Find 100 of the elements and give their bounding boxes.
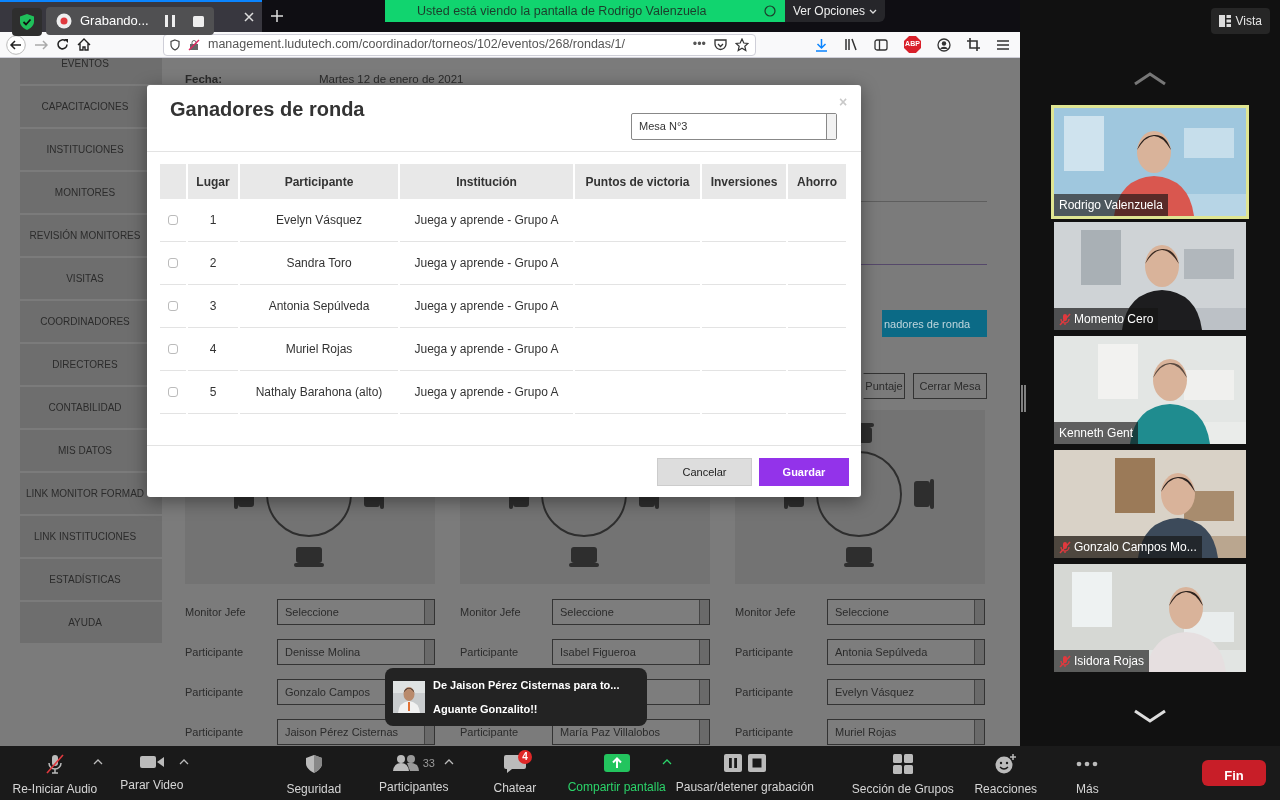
- select-field[interactable]: Jaison Pérez Cisternas: [277, 719, 435, 746]
- toolbar-button[interactable]: Sección de Grupos: [851, 754, 954, 798]
- caret-up-icon[interactable]: [93, 759, 104, 765]
- home-icon[interactable]: [77, 38, 91, 51]
- close-icon[interactable]: [244, 12, 254, 22]
- field-label: Participante: [185, 645, 245, 661]
- close-table-button[interactable]: Cerrar Mesa: [913, 373, 987, 400]
- sidebar-item[interactable]: EVENTOS: [20, 58, 162, 86]
- sidebar-item[interactable]: AYUDA: [20, 602, 162, 645]
- toolbar-button[interactable]: Reacciones: [974, 754, 1038, 798]
- download-icon[interactable]: [815, 37, 828, 52]
- table-cell: Juega y aprende - Grupo A: [400, 199, 573, 242]
- page-actions-menu[interactable]: •••: [692, 35, 706, 54]
- field-label: Monitor Jefe: [460, 605, 522, 621]
- notification-badge: 4: [518, 750, 532, 764]
- save-button[interactable]: Guardar: [759, 458, 849, 486]
- chevron-down-icon: [869, 8, 877, 14]
- back-icon[interactable]: [6, 34, 26, 55]
- select-field[interactable]: Denisse Molina: [277, 639, 435, 666]
- address-bar[interactable]: management.ludutech.com/coordinador/torneos/102/eventos/268/rondas/1/ •••: [163, 33, 756, 56]
- smiley-icon: [994, 754, 1017, 774]
- layout-icon: [1218, 15, 1231, 27]
- checkbox[interactable]: [168, 258, 178, 268]
- select-field[interactable]: Muriel Rojas: [827, 719, 985, 746]
- select-field[interactable]: Seleccione: [277, 599, 435, 626]
- pocket-icon[interactable]: [714, 38, 727, 51]
- shield-icon[interactable]: [170, 38, 180, 51]
- field-label: Participante: [735, 725, 795, 741]
- star-icon[interactable]: [735, 37, 749, 52]
- sidebar-icon[interactable]: [874, 38, 888, 51]
- sidebar-item[interactable]: ESTADÍSTICAS: [20, 559, 162, 602]
- reload-icon[interactable]: [56, 38, 69, 51]
- checkbox[interactable]: [168, 215, 178, 225]
- chat-notification[interactable]: De Jaison Pérez Cisternas para to... Aguante Gonzalito!!: [385, 668, 647, 726]
- field-label: Participante: [460, 725, 520, 741]
- new-tab-icon[interactable]: [271, 10, 283, 22]
- toolbar-button[interactable]: Compartir pantalla: [567, 754, 666, 796]
- account-icon[interactable]: [937, 37, 951, 52]
- participant-name: Isidora Rojas: [1074, 653, 1145, 670]
- cancel-button[interactable]: Cancelar: [657, 458, 752, 486]
- view-button[interactable]: Vista: [1210, 8, 1270, 34]
- table-cell: 3: [188, 285, 238, 328]
- crop-icon[interactable]: [967, 38, 980, 51]
- column-header: Inversiones: [702, 164, 786, 199]
- table-cell: Juega y aprende - Grupo A: [400, 328, 573, 371]
- table-cell: 2: [188, 242, 238, 285]
- participant-name: Kenneth Gent: [1059, 425, 1134, 442]
- lock-icon[interactable]: [188, 38, 200, 51]
- toolbar-button[interactable]: Pausar/detener grabación: [675, 754, 814, 796]
- pause-icon[interactable]: [164, 15, 175, 27]
- sidebar-item[interactable]: LINK INSTITUCIONES: [20, 516, 162, 559]
- toolbar-button[interactable]: Parar Video: [120, 754, 184, 794]
- table-select[interactable]: Mesa N°3: [631, 113, 837, 140]
- column-header: Lugar: [188, 164, 238, 199]
- sharing-notice: Usted está viendo la pantalla de Rodrigo Valenzuela: [417, 2, 707, 20]
- checkbox[interactable]: [168, 387, 178, 397]
- score-button[interactable]: Puntaje: [863, 373, 905, 400]
- table-cell: Nathaly Barahona (alto): [240, 371, 398, 414]
- caret-up-icon[interactable]: [179, 759, 190, 765]
- resize-handle-icon[interactable]: [1021, 385, 1026, 412]
- video-tile[interactable]: Gonzalo Campos Mo...: [1054, 450, 1246, 558]
- sidebar-item[interactable]: LINK MONITOR FORMAD: [20, 473, 162, 516]
- winners-button[interactable]: nadores de ronda: [882, 310, 987, 338]
- pause-stop-icon: [723, 754, 766, 772]
- checkbox[interactable]: [168, 301, 178, 311]
- caret-up-icon[interactable]: [661, 759, 672, 765]
- table-cell: Evelyn Vásquez: [240, 199, 398, 242]
- field-label: Participante: [460, 645, 520, 661]
- video-tile[interactable]: Momento Cero: [1054, 222, 1246, 330]
- select-field[interactable]: Evelyn Vásquez: [827, 679, 985, 706]
- scroll-down-icon[interactable]: [1133, 709, 1167, 723]
- scroll-up-icon[interactable]: [1133, 72, 1167, 86]
- library-icon[interactable]: [844, 38, 858, 51]
- table-cell: 4: [188, 328, 238, 371]
- view-options-button[interactable]: Ver Opciones: [785, 0, 885, 22]
- select-field[interactable]: Seleccione: [827, 599, 985, 626]
- video-tile[interactable]: Isidora Rojas: [1054, 564, 1246, 672]
- caret-up-icon[interactable]: [444, 759, 455, 765]
- select-field[interactable]: Antonia Sepúlveda: [827, 639, 985, 666]
- toolbar-button[interactable]: Re-Iniciar Audio: [12, 754, 98, 798]
- select-field[interactable]: Isabel Figueroa: [552, 639, 710, 666]
- table-cell: Juega y aprende - Grupo A: [400, 242, 573, 285]
- toolbar-button[interactable]: Seguridad: [286, 754, 342, 798]
- field-label: Monitor Jefe: [735, 605, 797, 621]
- field-label: Participante: [735, 645, 795, 661]
- select-field[interactable]: Seleccione: [552, 599, 710, 626]
- column-header: Puntos de victoria: [575, 164, 700, 199]
- toolbar-button[interactable]: Más: [1076, 754, 1099, 798]
- end-button[interactable]: Fin: [1202, 760, 1266, 786]
- column-header: Ahorro: [788, 164, 846, 199]
- stop-icon[interactable]: [192, 15, 204, 27]
- dialog-title: Ganadores de ronda: [170, 97, 365, 121]
- shield-button[interactable]: [12, 8, 42, 36]
- toolbar-button[interactable]: 33 Participantes: [379, 754, 449, 796]
- video-tile[interactable]: Kenneth Gent: [1054, 336, 1246, 444]
- field-label: Participante: [735, 685, 795, 701]
- column-header: Participante: [240, 164, 398, 199]
- checkbox[interactable]: [168, 344, 178, 354]
- video-tile[interactable]: Rodrigo Valenzuela: [1054, 108, 1246, 216]
- menu-icon[interactable]: [996, 38, 1010, 51]
